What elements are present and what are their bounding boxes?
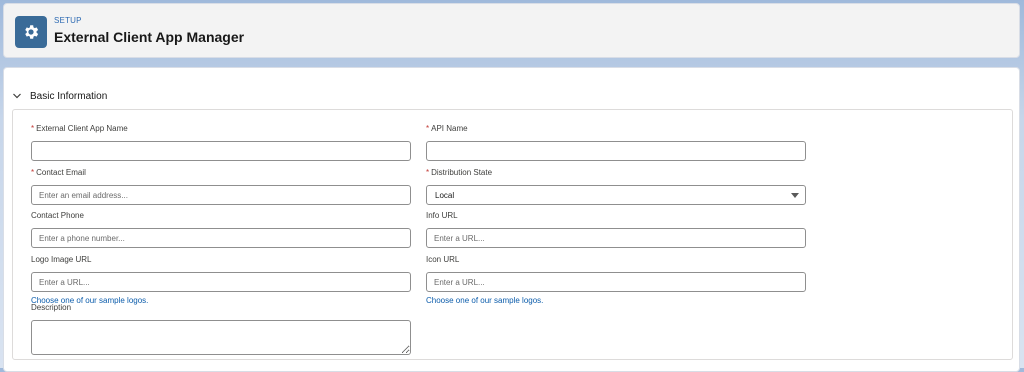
app-name-field: * External Client App Name	[31, 124, 411, 161]
app-name-label: External Client App Name	[36, 124, 128, 133]
distribution-state-field: * Distribution State Local	[426, 168, 806, 205]
description-textarea[interactable]	[31, 320, 411, 355]
info-url-label: Info URL	[426, 211, 458, 220]
gear-icon	[25, 25, 39, 39]
required-marker: *	[426, 124, 430, 133]
distribution-state-select[interactable]: Local	[426, 185, 806, 205]
info-url-input[interactable]	[426, 228, 806, 248]
chevron-down-icon	[12, 90, 24, 102]
api-name-field: * API Name	[426, 124, 806, 161]
info-url-field: Info URL	[426, 211, 806, 248]
required-marker: *	[31, 124, 35, 133]
section-title: Basic Information	[30, 90, 108, 102]
icon-url-input[interactable]	[426, 272, 806, 292]
logo-url-field: Logo Image URL Choose one of our sample …	[31, 255, 411, 305]
icon-url-label: Icon URL	[426, 255, 460, 264]
logo-url-label: Logo Image URL	[31, 255, 92, 264]
contact-email-input[interactable]	[31, 185, 411, 205]
app-name-input[interactable]	[31, 141, 411, 161]
basic-information-section: * External Client App Name * Contact Email…	[12, 109, 1013, 360]
required-marker: *	[31, 168, 35, 177]
contact-phone-label: Contact Phone	[31, 211, 84, 220]
setup-gear-icon	[15, 16, 47, 48]
distribution-state-value: Local	[435, 191, 455, 200]
contact-phone-input[interactable]	[31, 228, 411, 248]
contact-email-label: Contact Email	[36, 168, 86, 177]
sample-icons-link[interactable]: Choose one of our sample logos.	[426, 296, 806, 305]
distribution-state-label: Distribution State	[431, 168, 493, 177]
required-marker: *	[426, 168, 430, 177]
section-toggle-basic-information[interactable]: Basic Information	[12, 90, 107, 102]
logo-url-input[interactable]	[31, 272, 411, 292]
icon-url-field: Icon URL Choose one of our sample logos.	[426, 255, 806, 305]
breadcrumb-setup: SETUP	[54, 16, 82, 25]
description-field: Description	[31, 303, 411, 355]
contact-email-field: * Contact Email	[31, 168, 411, 205]
api-name-label: API Name	[431, 124, 468, 133]
page-header: SETUP External Client App Manager	[3, 3, 1020, 58]
page-title: External Client App Manager	[54, 29, 245, 45]
form-card: Basic Information * External Client App N…	[3, 67, 1020, 372]
contact-phone-field: Contact Phone	[31, 211, 411, 248]
api-name-input[interactable]	[426, 141, 806, 161]
caret-down-icon	[791, 193, 799, 198]
description-label: Description	[31, 303, 72, 312]
